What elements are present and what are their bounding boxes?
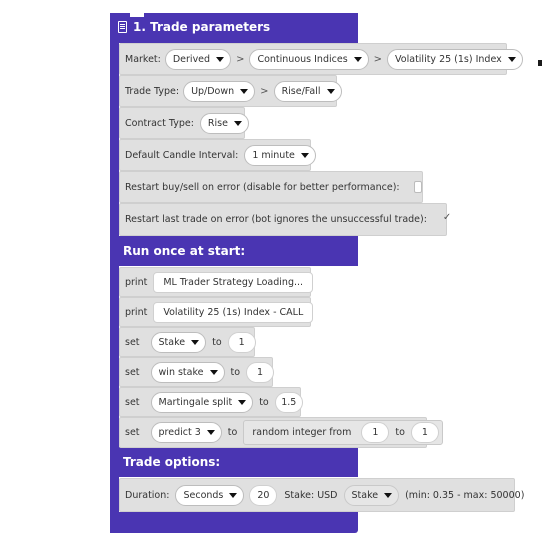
- set-keyword: set: [125, 366, 140, 378]
- print-block[interactable]: print Volatility 25 (1s) Index - CALL: [119, 297, 314, 327]
- trade-parameters-title: 1. Trade parameters: [133, 20, 271, 34]
- restart-last-trade-label: Restart last trade on error (bot ignores…: [125, 214, 427, 225]
- chevron-down-icon: [326, 88, 335, 94]
- trade-options-title: Trade options:: [123, 455, 221, 469]
- trade-category-dropdown[interactable]: Up/Down: [183, 80, 256, 102]
- scrollbar-thumb[interactable]: [538, 60, 542, 66]
- set-variable-block[interactable]: set win stake to 1: [119, 357, 275, 387]
- chevron-down-icon: [507, 56, 516, 62]
- restart-last-trade-checkbox[interactable]: [441, 212, 452, 226]
- print-keyword: print: [125, 306, 148, 318]
- trade-type-dropdown[interactable]: Rise/Fall: [273, 80, 342, 102]
- set-keyword: set: [125, 336, 140, 348]
- trade-options-row: Duration: Seconds 20 Stake: USD Stake (m…: [119, 478, 524, 512]
- market-label: Market:: [125, 53, 161, 65]
- chevron-down-icon: [209, 369, 218, 375]
- duration-label: Duration:: [125, 489, 170, 501]
- variable-dropdown[interactable]: Stake: [150, 331, 207, 353]
- restart-buysell-checkbox[interactable]: [413, 181, 422, 193]
- number-input[interactable]: 1: [246, 361, 275, 383]
- number-input[interactable]: 1: [227, 331, 256, 353]
- contract-type-label: Contract Type:: [125, 117, 194, 129]
- variable-dropdown[interactable]: win stake: [150, 361, 225, 383]
- to-keyword: to: [259, 396, 269, 408]
- to-keyword: to: [212, 336, 222, 348]
- random-integer-label: random integer from: [252, 427, 352, 438]
- set-keyword: set: [125, 396, 140, 408]
- to-keyword: to: [230, 366, 241, 378]
- chevron-down-icon: [300, 152, 309, 158]
- number-input[interactable]: 1.5: [274, 391, 303, 413]
- chevron-down-icon: [353, 56, 362, 62]
- stake-label: Stake: USD: [284, 489, 338, 501]
- trade-parameters-title-row: 1. Trade parameters: [118, 20, 270, 34]
- print-text-input[interactable]: ML Trader Strategy Loading...: [153, 271, 314, 293]
- to-keyword: to: [395, 427, 405, 438]
- restart-buysell-label: Restart buy/sell on error (disable for b…: [125, 181, 400, 193]
- set-variable-block[interactable]: set Stake to 1: [119, 327, 256, 357]
- candle-interval-row: Default Candle Interval: 1 minute: [119, 139, 316, 171]
- candle-interval-label: Default Candle Interval:: [125, 149, 239, 161]
- menu-icon[interactable]: [118, 21, 127, 33]
- random-integer-block[interactable]: random integer from 1 to 1: [243, 420, 443, 445]
- stake-range-text: (min: 0.35 - max: 50000): [405, 489, 525, 501]
- set-random-block[interactable]: set predict 3 to random integer from 1 t…: [119, 417, 443, 448]
- chevron-down-icon: [206, 430, 215, 435]
- separator: >: [236, 53, 245, 65]
- submarket-dropdown[interactable]: Continuous Indices: [249, 48, 369, 70]
- variable-dropdown[interactable]: predict 3: [150, 422, 222, 443]
- restart-buysell-row: Restart buy/sell on error (disable for b…: [119, 171, 423, 203]
- run-once-title: Run once at start:: [123, 244, 246, 258]
- chevron-down-icon: [191, 339, 200, 345]
- print-text-input[interactable]: Volatility 25 (1s) Index - CALL: [153, 301, 314, 323]
- duration-unit-dropdown[interactable]: Seconds: [175, 484, 245, 506]
- chevron-down-icon: [229, 492, 238, 498]
- print-block[interactable]: print ML Trader Strategy Loading...: [119, 267, 314, 297]
- market-dropdown[interactable]: Derived: [164, 48, 232, 70]
- set-keyword: set: [125, 427, 140, 438]
- duration-input[interactable]: 20: [249, 484, 278, 506]
- print-keyword: print: [125, 276, 148, 288]
- contract-type-dropdown[interactable]: Rise: [199, 112, 249, 134]
- to-keyword: to: [227, 427, 238, 438]
- set-variable-block[interactable]: set Martingale split to 1.5: [119, 387, 303, 417]
- market-row: Market: Derived > Continuous Indices > V…: [119, 43, 523, 75]
- separator: >: [373, 53, 383, 65]
- trade-type-label: Trade Type:: [125, 85, 180, 97]
- contract-type-row: Contract Type: Rise: [119, 107, 249, 139]
- block-footer: [110, 512, 358, 533]
- chevron-down-icon: [240, 88, 249, 94]
- chevron-down-icon: [233, 120, 242, 126]
- restart-last-trade-row: Restart last trade on error (bot ignores…: [119, 203, 452, 236]
- connector-notch: [130, 13, 144, 17]
- chevron-down-icon: [238, 399, 247, 405]
- chevron-down-icon: [384, 492, 393, 498]
- variable-dropdown[interactable]: Martingale split: [150, 391, 254, 413]
- stake-type-dropdown[interactable]: Stake: [343, 484, 400, 506]
- separator: >: [260, 85, 269, 97]
- random-to-input[interactable]: 1: [410, 422, 439, 443]
- chevron-down-icon: [216, 56, 225, 62]
- candle-interval-dropdown[interactable]: 1 minute: [244, 144, 316, 166]
- trade-type-row: Trade Type: Up/Down > Rise/Fall: [119, 75, 342, 107]
- random-from-input[interactable]: 1: [361, 422, 390, 443]
- symbol-dropdown[interactable]: Volatility 25 (1s) Index: [387, 48, 523, 70]
